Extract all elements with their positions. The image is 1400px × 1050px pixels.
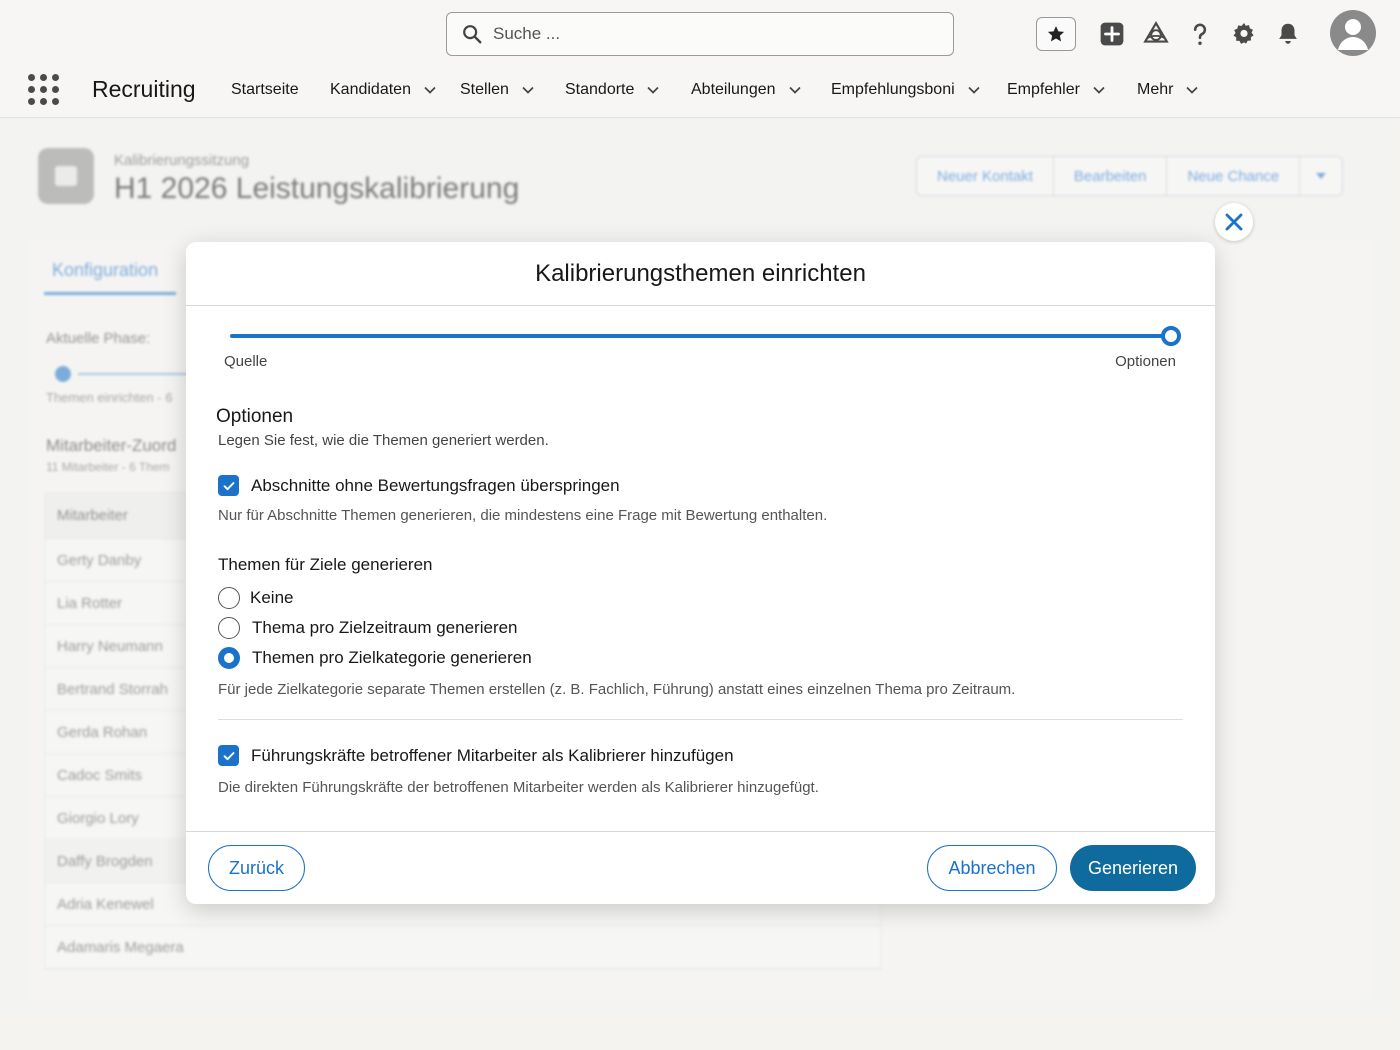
app-navigation: Recruiting Startseite Kandidaten Stellen… [0,68,1400,114]
nav-item-startseite[interactable]: Startseite [231,81,299,99]
radio-per-category[interactable] [218,647,240,669]
nav-item-label: Empfehler [1007,81,1080,98]
nav-item-label: Mehr [1137,81,1174,98]
radio-per-period[interactable] [218,617,240,639]
app-launcher-dot [52,86,59,93]
radio-per-category-label[interactable]: Themen pro Zielkategorie generieren [252,648,532,668]
user-avatar[interactable] [1330,10,1376,56]
add-managers-label[interactable]: Führungskräfte betroffener Mitarbeiter a… [251,746,734,766]
favorites-star-icon [1047,26,1065,42]
radio-per-period-label[interactable]: Thema pro Zielzeitraum generieren [252,618,518,638]
app-launcher-dot [28,74,35,81]
chevron-down-icon[interactable] [521,83,535,97]
app-launcher-dot [52,98,59,105]
nav-item-label: Stellen [460,81,509,98]
global-actions-add-icon [1100,22,1124,46]
app-launcher-dot [28,86,35,93]
help-button[interactable] [1178,12,1222,56]
section-divider [218,719,1183,720]
nav-item-empfehlungsboni[interactable]: Empfehlungsboni [831,81,981,99]
setup-gear-icon [1233,22,1254,44]
nav-item-label: Empfehlungsboni [831,81,955,98]
search-input[interactable] [493,24,913,44]
favorites-button[interactable] [1036,17,1076,51]
setup-topics-modal: Kalibrierungsthemen einrichten Quelle Op… [186,242,1215,904]
utility-bar [1036,12,1310,56]
app-launcher-dot [52,74,59,81]
skip-sections-checkbox[interactable] [218,475,239,496]
check-icon [223,751,234,760]
goals-option-per-period[interactable]: Thema pro Zielzeitraum generieren [218,617,518,639]
wizard-step-quelle[interactable]: Quelle [224,353,267,370]
nav-item-kandidaten[interactable]: Kandidaten [330,81,437,99]
chevron-down-icon[interactable] [1092,83,1106,97]
skip-sections-help: Nur für Abschnitte Themen generieren, di… [218,507,828,524]
radio-keine[interactable] [218,587,240,609]
add-managers-help: Die direkten Führungskräfte der betroffe… [218,779,819,796]
notifications-button[interactable] [1266,12,1310,56]
trailhead-button[interactable] [1134,12,1178,56]
close-icon [1225,213,1243,231]
skip-sections-label[interactable]: Abschnitte ohne Bewertungsfragen überspr… [251,476,620,496]
modal-header: Kalibrierungsthemen einrichten [186,242,1215,306]
goals-group-help: Für jede Zielkategorie separate Themen e… [218,681,1016,698]
skip-sections-checkbox-row[interactable]: Abschnitte ohne Bewertungsfragen überspr… [218,475,620,496]
nav-item-label: Abteilungen [691,81,776,98]
goals-option-keine[interactable]: Keine [218,587,293,609]
chevron-down-icon[interactable] [646,83,660,97]
app-launcher-dot [40,98,47,105]
modal-footer: Zurück Abbrechen Generieren [186,831,1215,904]
add-managers-checkbox-row[interactable]: Führungskräfte betroffener Mitarbeiter a… [218,745,734,766]
nav-item-empfehler[interactable]: Empfehler [1007,81,1106,99]
cancel-button[interactable]: Abbrechen [927,845,1057,891]
modal-title: Kalibrierungsthemen einrichten [535,259,866,287]
trailhead-icon [1143,21,1169,43]
goals-group-title: Themen für Ziele generieren [218,555,433,574]
goals-option-per-category[interactable]: Themen pro Zielkategorie generieren [218,647,532,669]
nav-item-label: Standorte [565,81,635,98]
radio-keine-label[interactable]: Keine [250,588,293,608]
global-header: Recruiting Startseite Kandidaten Stellen… [0,0,1400,118]
modal-close-button[interactable] [1215,203,1253,241]
generate-button[interactable]: Generieren [1070,845,1196,891]
add-managers-checkbox[interactable] [218,745,239,766]
back-button[interactable]: Zurück [208,845,305,891]
options-section-title: Optionen [216,406,294,427]
app-launcher-button[interactable] [28,74,60,106]
help-icon [1193,23,1207,45]
notifications-bell-icon [1279,23,1297,44]
app-launcher-dot [40,86,47,93]
check-icon [223,481,234,490]
setup-button[interactable] [1222,12,1266,56]
options-section-description: Legen Sie fest, wie die Themen generiert… [218,432,549,449]
chevron-down-icon[interactable] [1185,83,1199,97]
nav-item-label: Kandidaten [330,81,411,98]
wizard-current-step-marker [1161,326,1181,346]
nav-item-standorte[interactable]: Standorte [565,81,660,99]
nav-item-label: Startseite [231,81,299,98]
nav-item-abteilungen[interactable]: Abteilungen [691,81,802,99]
global-search[interactable] [446,12,954,56]
user-avatar-icon [1338,19,1368,50]
search-icon [463,25,482,44]
wizard-step-optionen: Optionen [1115,353,1176,370]
chevron-down-icon[interactable] [788,83,802,97]
app-launcher-dot [28,98,35,105]
global-actions-button[interactable] [1090,12,1134,56]
app-launcher-dot [40,74,47,81]
chevron-down-icon[interactable] [423,83,437,97]
app-name: Recruiting [92,76,196,102]
chevron-down-icon[interactable] [967,83,981,97]
nav-item-stellen[interactable]: Stellen [460,81,535,99]
wizard-progress-bar [230,334,1172,338]
nav-item-mehr[interactable]: Mehr [1137,81,1199,99]
